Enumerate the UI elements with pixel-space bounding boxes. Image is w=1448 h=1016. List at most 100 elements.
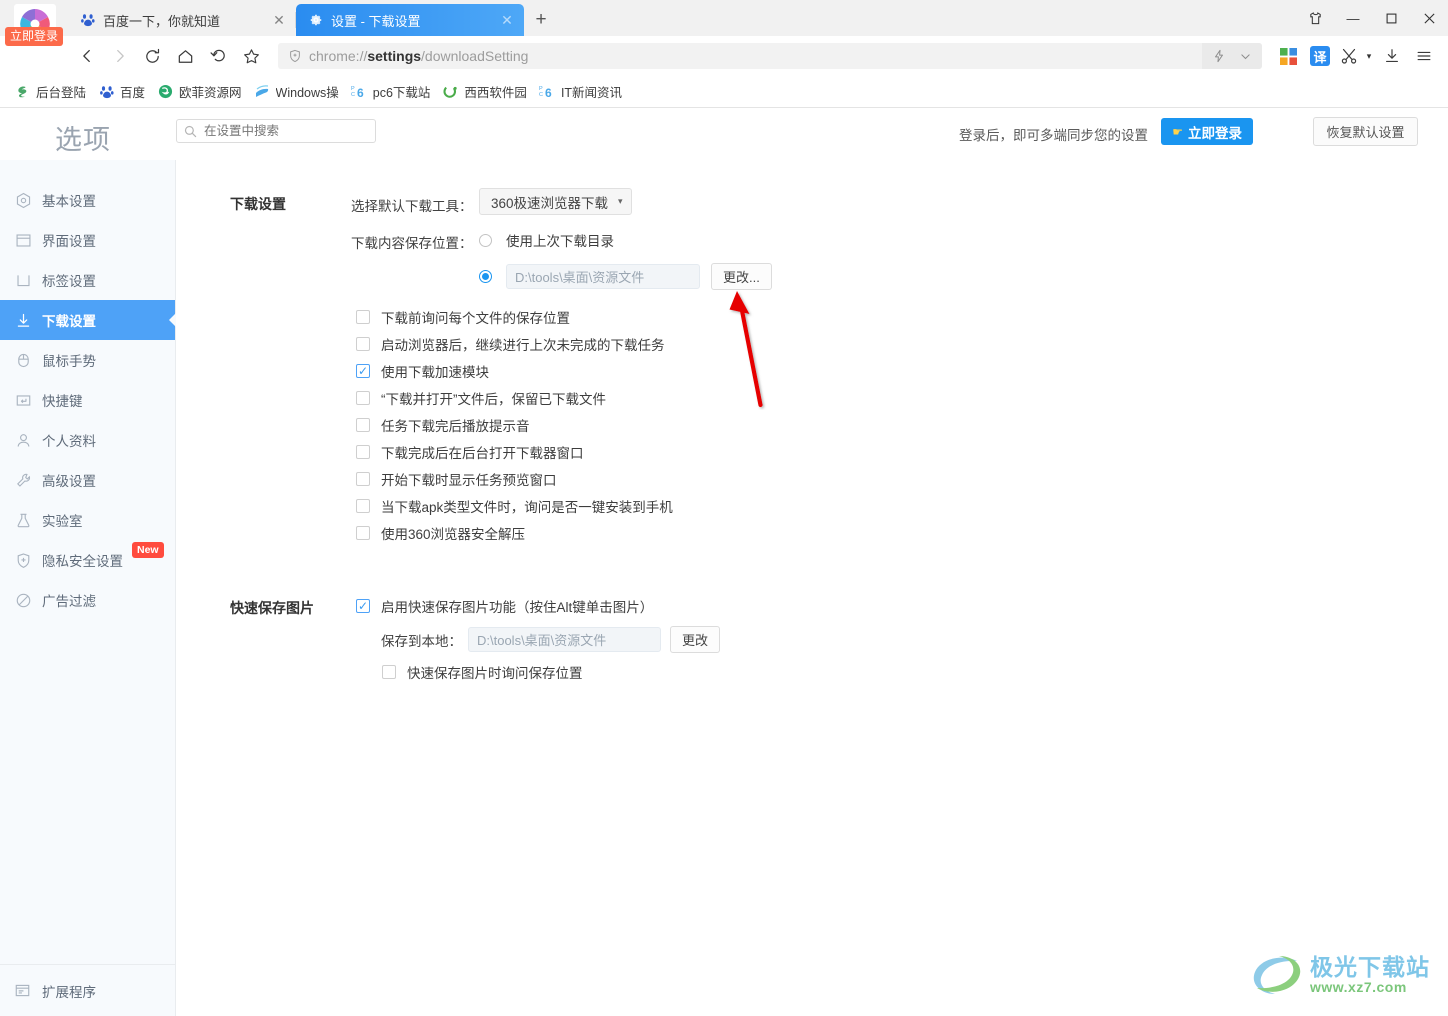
watermark-logo-icon (1253, 956, 1301, 994)
checkbox[interactable] (356, 498, 370, 513)
pointing-hand-icon: ☛ (1172, 124, 1183, 139)
new-tab-button[interactable]: + (524, 4, 558, 36)
address-bar[interactable]: chrome://settings/downloadSetting (278, 43, 1262, 69)
checkbox[interactable] (356, 390, 370, 405)
sidebar-item-label: 标签设置 (42, 274, 96, 289)
maximize-button[interactable] (1372, 0, 1410, 36)
search-input[interactable] (202, 123, 368, 139)
download-icon[interactable] (1376, 41, 1408, 71)
restore-button[interactable] (202, 41, 235, 71)
lightning-icon[interactable] (1206, 43, 1232, 69)
chevron-down-icon[interactable] (1232, 43, 1258, 69)
quicksave-path-input[interactable]: D:\tools\桌面\资源文件 (468, 627, 661, 652)
close-button[interactable] (1410, 0, 1448, 36)
checkbox[interactable] (382, 664, 396, 679)
sidebar-item-label: 下载设置 (42, 314, 96, 329)
radio-last-directory[interactable] (479, 233, 492, 247)
close-icon[interactable]: ✕ (498, 11, 516, 29)
select-value: 360极速浏览器下载 (491, 195, 609, 211)
download-option-6[interactable]: 开始下载时显示任务预览窗口 (356, 465, 673, 492)
sidebar-item-label: 广告过滤 (42, 594, 96, 609)
checkbox[interactable] (356, 525, 370, 540)
s-icon (14, 83, 31, 100)
bookmark-star-icon[interactable] (235, 41, 268, 71)
bookmark-item-2[interactable]: 欧菲资源网 (151, 80, 248, 104)
sidebar-item-interface[interactable]: 界面设置 (0, 220, 175, 260)
sidebar-item-adblock[interactable]: 广告过滤 (0, 580, 175, 620)
checkbox[interactable] (356, 309, 370, 324)
change-download-path-button[interactable]: 更改... (711, 263, 772, 290)
quicksave-ask-location-row[interactable]: 快速保存图片时询问保存位置 (382, 658, 583, 685)
checkbox-label: 下载完成后在后台打开下载器窗口 (381, 445, 584, 461)
bookmark-item-0[interactable]: 后台登陆 (8, 80, 92, 104)
login-button[interactable]: ☛ 立即登录 (1161, 118, 1253, 145)
download-option-7[interactable]: 当下载apk类型文件时，询问是否一键安装到手机 (356, 492, 673, 519)
sidebar-item-mouse-gesture[interactable]: 鼠标手势 (0, 340, 175, 380)
bookmark-item-5[interactable]: 西西软件园 (436, 80, 533, 104)
bookmark-item-6[interactable]: PC6 IT新闻资讯 (533, 80, 628, 104)
sidebar-item-shortcuts[interactable]: 快捷键 (0, 380, 175, 420)
window-icon (14, 231, 32, 249)
reset-defaults-button[interactable]: 恢复默认设置 (1313, 117, 1418, 146)
skin-icon[interactable] (1296, 0, 1334, 36)
svg-text:C: C (539, 92, 543, 98)
sidebar-item-privacy[interactable]: 隐私安全设置 New (0, 540, 175, 580)
browser-tab-0[interactable]: 百度一下，你就知道 ✕ (68, 4, 296, 36)
sidebar-item-download[interactable]: 下载设置 (0, 300, 176, 340)
download-option-5[interactable]: 下载完成后在后台打开下载器窗口 (356, 438, 673, 465)
download-option-0[interactable]: 下载前询问每个文件的保存位置 (356, 303, 673, 330)
close-icon[interactable]: ✕ (270, 11, 288, 29)
bookmark-label: 后台登陆 (36, 86, 87, 100)
download-option-1[interactable]: 启动浏览器后，继续进行上次未完成的下载任务 (356, 330, 673, 357)
default-download-tool-select[interactable]: 360极速浏览器下载 ▾ (479, 188, 632, 215)
gear-icon (308, 12, 324, 28)
sidebar-item-extensions[interactable]: 扩展程序 (0, 964, 175, 1016)
sidebar-item-basic[interactable]: 基本设置 (0, 180, 175, 220)
download-option-4[interactable]: 任务下载完后播放提示音 (356, 411, 673, 438)
checkbox[interactable] (356, 336, 370, 351)
translate-icon[interactable]: 译 (1304, 41, 1336, 71)
sidebar-item-tabs[interactable]: 标签设置 (0, 260, 175, 300)
checkbox[interactable] (356, 471, 370, 486)
checkbox-label: 启用快速保存图片功能（按住Alt键单击图片） (381, 599, 654, 615)
settings-sidebar: 基本设置 界面设置 标签设置 下载设置 鼠标手势 快捷键 个人资料 高级设置 实… (0, 160, 176, 1016)
radio-last-directory-row[interactable]: 使用上次下载目录 (479, 230, 614, 250)
checkbox[interactable] (356, 598, 370, 613)
bookmark-item-4[interactable]: PC6 pc6下载站 (345, 80, 437, 104)
quicksave-enable-row[interactable]: 启用快速保存图片功能（按住Alt键单击图片） (356, 592, 653, 619)
sidebar-item-label: 基本设置 (42, 194, 96, 209)
minimize-button[interactable]: — (1334, 0, 1372, 36)
download-option-3[interactable]: “下载并打开”文件后，保留已下载文件 (356, 384, 673, 411)
menu-icon[interactable] (1408, 41, 1440, 71)
download-option-2[interactable]: 使用下载加速模块 (356, 357, 673, 384)
radio-custom-directory[interactable] (479, 270, 492, 283)
radio-custom-directory-row[interactable]: D:\tools\桌面\资源文件 更改... (479, 263, 772, 290)
back-button[interactable] (70, 41, 103, 71)
checkbox[interactable] (356, 363, 370, 378)
sidebar-item-advanced[interactable]: 高级设置 (0, 460, 175, 500)
apps-grid-icon[interactable] (1272, 41, 1304, 71)
download-options-list: 下载前询问每个文件的保存位置 启动浏览器后，继续进行上次未完成的下载任务 使用下… (356, 303, 673, 546)
browser-tab-1[interactable]: 设置 - 下载设置 ✕ (296, 4, 524, 36)
tab-strip: 百度一下，你就知道 ✕ 设置 - 下载设置 ✕ + (68, 0, 558, 36)
download-path-input[interactable]: D:\tools\桌面\资源文件 (506, 264, 700, 289)
home-button[interactable] (169, 41, 202, 71)
bookmark-item-3[interactable]: Windows操 (248, 80, 345, 104)
bookmark-item-1[interactable]: 百度 (92, 80, 151, 104)
screenshot-scissors-icon[interactable] (1336, 41, 1362, 71)
watermark-url: www.xz7.com (1310, 979, 1407, 996)
scissors-caret-icon[interactable]: ▾ (1362, 41, 1376, 71)
change-quicksave-path-button[interactable]: 更改 (670, 626, 721, 653)
sidebar-item-lab[interactable]: 实验室 (0, 500, 175, 540)
sidebar-item-profile[interactable]: 个人资料 (0, 420, 175, 460)
hexagon-target-icon (14, 191, 32, 209)
wrench-icon (14, 471, 32, 489)
checkbox[interactable] (356, 444, 370, 459)
checkbox-label: 使用下载加速模块 (381, 364, 489, 380)
download-option-8[interactable]: 使用360浏览器安全解压 (356, 519, 673, 546)
checkbox[interactable] (356, 417, 370, 432)
settings-search[interactable] (176, 119, 376, 143)
reload-button[interactable] (136, 41, 169, 71)
block-icon (14, 591, 32, 609)
login-now-badge[interactable]: 立即登录 (5, 27, 64, 46)
